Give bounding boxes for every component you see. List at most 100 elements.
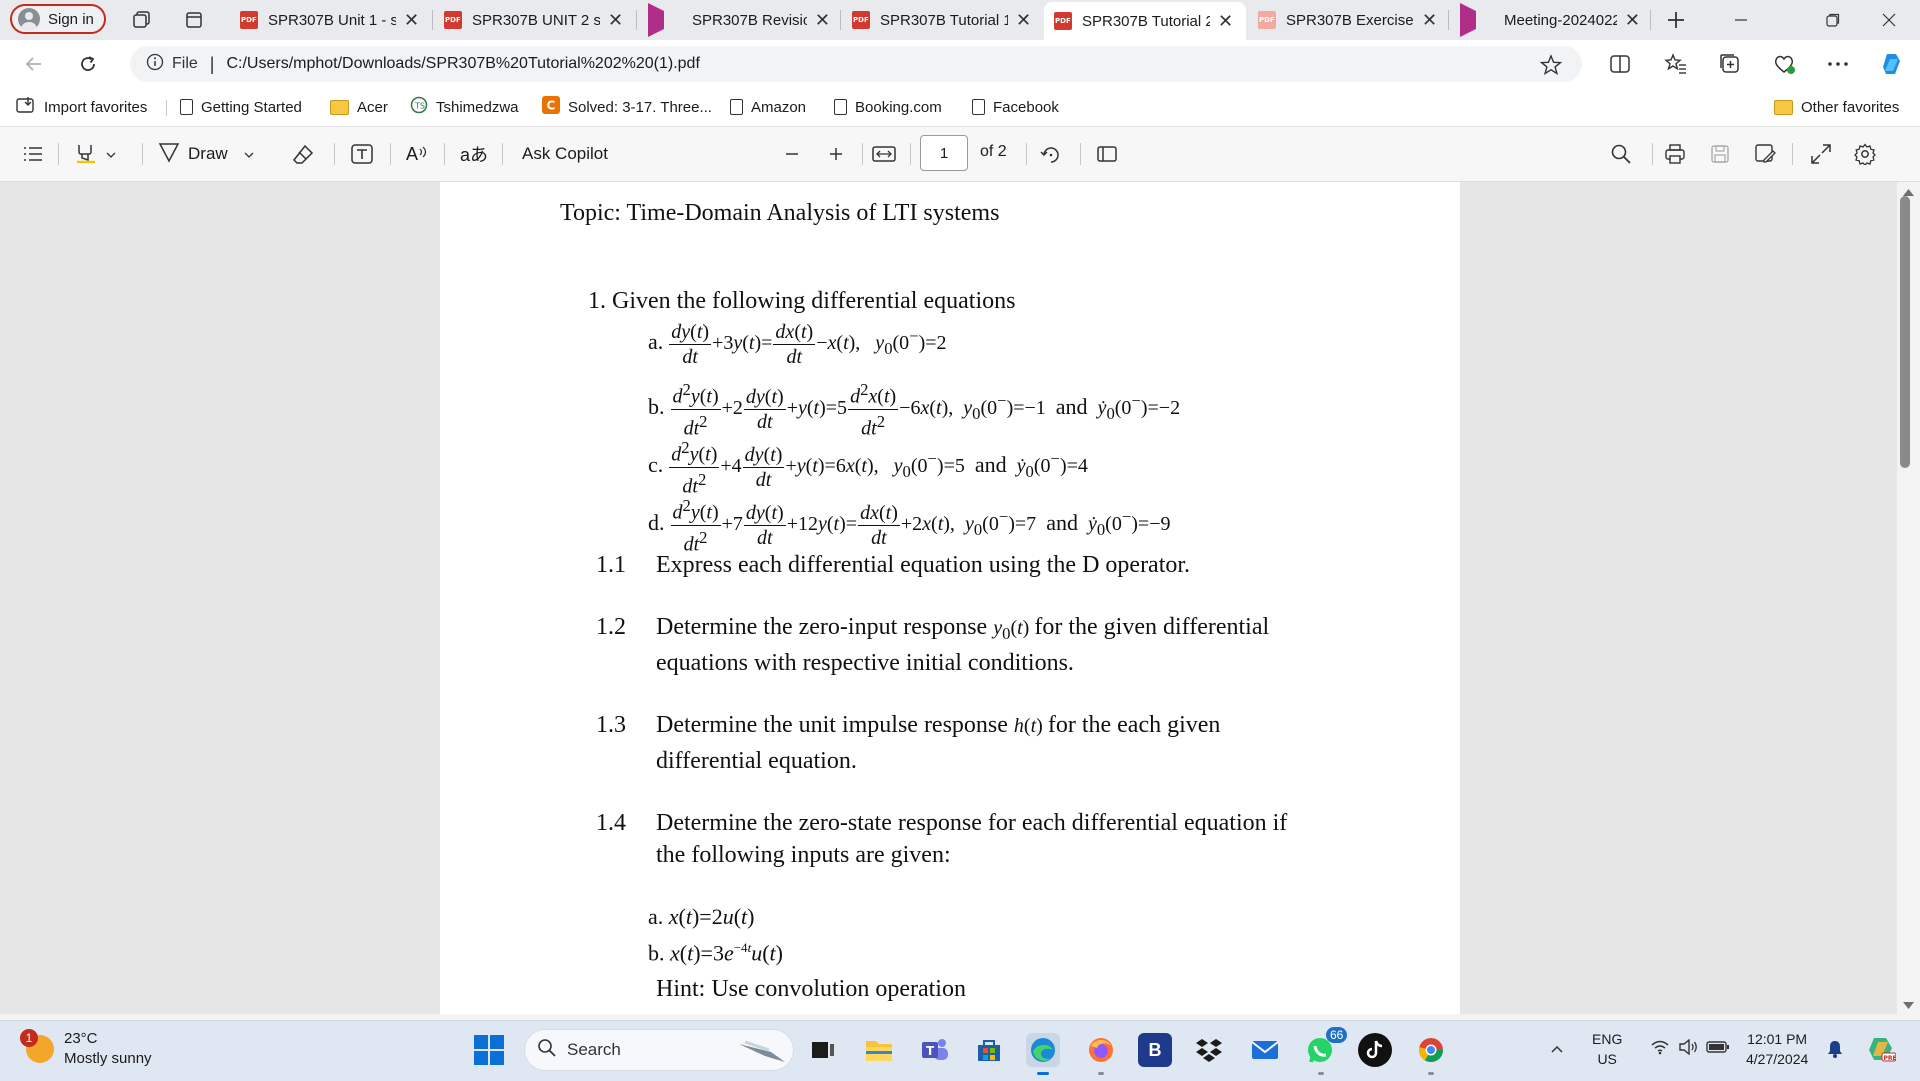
- folder-icon: [1774, 99, 1793, 115]
- favorite-solved-3-17[interactable]: C Solved: 3-17. Three...: [542, 95, 712, 119]
- collections-icon[interactable]: [1716, 50, 1744, 78]
- tab-spr307b-exercise[interactable]: SPR307B Exercise ✕: [1248, 4, 1448, 36]
- tab-spr307b-revision[interactable]: SPR307B Revision ✕: [638, 3, 840, 37]
- close-tab-icon[interactable]: ✕: [1016, 10, 1031, 31]
- edge-browser-icon[interactable]: [1026, 1033, 1060, 1075]
- tab-actions-icon[interactable]: [182, 8, 206, 32]
- scrollbar-thumb[interactable]: [1900, 196, 1910, 468]
- page-count: of 2: [980, 143, 1007, 160]
- browser-essentials-icon[interactable]: [1770, 50, 1798, 78]
- url-text[interactable]: C:/Users/mphot/Downloads/SPR307B%20Tutor…: [226, 55, 699, 73]
- favorite-booking[interactable]: Booking.com: [834, 95, 942, 119]
- back-icon[interactable]: [18, 48, 50, 80]
- teams-icon[interactable]: T: [918, 1033, 952, 1067]
- tab-spr307b-unit1[interactable]: SPR307B Unit 1 - s ✕: [230, 4, 432, 36]
- sign-in-button[interactable]: Sign in: [10, 4, 106, 34]
- tab-spr307b-tutorial2[interactable]: SPR307B Tutorial 2 ✕: [1044, 2, 1246, 40]
- close-tab-icon[interactable]: ✕: [1218, 11, 1233, 32]
- weather-widget[interactable]: 1 23°C Mostly sunny: [20, 1029, 152, 1069]
- chrome-icon[interactable]: [1414, 1033, 1448, 1075]
- more-options-icon[interactable]: [1824, 50, 1852, 78]
- dropbox-icon[interactable]: [1192, 1033, 1226, 1067]
- close-window-icon[interactable]: [1866, 6, 1912, 34]
- workspaces-icon[interactable]: [130, 8, 154, 32]
- copilot-taskbar-icon[interactable]: PRE: [1866, 1035, 1897, 1068]
- translate-button[interactable]: aあ: [460, 140, 488, 168]
- file-explorer-icon[interactable]: [862, 1033, 896, 1067]
- scroll-down-icon[interactable]: [1897, 998, 1920, 1012]
- highlight-button[interactable]: [74, 140, 116, 168]
- volume-icon[interactable]: [1678, 1038, 1700, 1060]
- task-view-icon[interactable]: [806, 1033, 840, 1067]
- ask-copilot-button[interactable]: Ask Copilot: [522, 140, 608, 168]
- minimize-icon[interactable]: [1718, 6, 1764, 34]
- search-icon[interactable]: [1610, 140, 1632, 168]
- close-tab-icon[interactable]: ✕: [815, 10, 830, 31]
- equation-a: a. dy(t) dt +3y(t)= dx(t) dt −x(t), y0(0−)=2: [648, 321, 947, 368]
- clock[interactable]: 12:01 PM 4/27/2024: [1746, 1029, 1808, 1069]
- save-as-icon[interactable]: [1754, 140, 1776, 168]
- page-view-icon[interactable]: [1096, 140, 1118, 168]
- print-icon[interactable]: [1664, 140, 1686, 168]
- firefox-icon[interactable]: [1084, 1033, 1118, 1075]
- language-indicator[interactable]: ENG US: [1592, 1029, 1622, 1069]
- clock-date: 4/27/2024: [1746, 1051, 1809, 1067]
- close-tab-icon[interactable]: ✕: [608, 10, 623, 31]
- chevron-down-icon[interactable]: [244, 144, 254, 164]
- mail-icon[interactable]: [1248, 1033, 1282, 1067]
- zoom-out-icon[interactable]: [784, 140, 800, 168]
- copilot-icon[interactable]: [1878, 50, 1906, 78]
- close-tab-icon[interactable]: ✕: [1422, 10, 1437, 31]
- new-tab-icon[interactable]: [1664, 8, 1688, 32]
- favorite-star-icon[interactable]: [1539, 54, 1563, 80]
- favorite-amazon[interactable]: Amazon: [730, 95, 806, 119]
- settings-icon[interactable]: [1854, 140, 1876, 168]
- wifi-icon[interactable]: [1650, 1039, 1670, 1060]
- contents-icon[interactable]: [22, 140, 44, 168]
- tiktok-icon[interactable]: [1358, 1033, 1392, 1067]
- favorite-import-favorites[interactable]: Import favorites: [16, 95, 147, 119]
- question-1-3-text: Determine the unit impulse response: [656, 712, 1008, 738]
- save-icon[interactable]: [1710, 140, 1730, 168]
- info-icon[interactable]: [146, 53, 164, 75]
- fullscreen-icon[interactable]: [1810, 140, 1832, 168]
- pdf-viewer[interactable]: Topic: Time-Domain Analysis of LTI syste…: [0, 182, 1920, 1014]
- tab-title: SPR307B Unit 1 - s: [268, 11, 396, 29]
- draw-button[interactable]: Draw: [158, 140, 254, 168]
- start-button[interactable]: [474, 1035, 504, 1065]
- rotate-icon[interactable]: [1040, 140, 1062, 168]
- split-screen-icon[interactable]: [1606, 50, 1634, 78]
- chevron-down-icon[interactable]: [106, 144, 116, 164]
- zoom-in-icon[interactable]: [828, 140, 844, 168]
- page-number-input[interactable]: 1: [920, 135, 968, 171]
- other-favorites[interactable]: Other favorites: [1774, 95, 1899, 119]
- address-bar[interactable]: File | C:/Users/mphot/Downloads/SPR307B%…: [130, 46, 1582, 82]
- add-text-icon[interactable]: [350, 140, 374, 168]
- tab-spr307b-unit2[interactable]: SPR307B UNIT 2 sl ✕: [434, 4, 636, 36]
- favorite-facebook[interactable]: Facebook: [972, 95, 1059, 119]
- taskbar-search[interactable]: Search: [524, 1029, 794, 1071]
- fit-to-width-icon[interactable]: [872, 140, 896, 168]
- favorite-tshimedzwa[interactable]: TS Tshimedzwa: [410, 95, 519, 119]
- show-hidden-icons[interactable]: [1550, 1039, 1564, 1059]
- restore-icon[interactable]: [1810, 6, 1856, 34]
- favorite-getting-started[interactable]: Getting Started: [180, 95, 302, 119]
- tab-meeting[interactable]: Meeting-20240220 ✕: [1450, 3, 1650, 37]
- battery-icon[interactable]: [1706, 1039, 1730, 1060]
- hint-text: Hint: Use convolution operation: [656, 976, 966, 1002]
- windows-logo-pane: [490, 1051, 504, 1065]
- read-aloud-button[interactable]: A: [406, 140, 430, 168]
- favorite-acer[interactable]: Acer: [330, 95, 388, 119]
- close-tab-icon[interactable]: ✕: [404, 10, 419, 31]
- refresh-icon[interactable]: [72, 48, 104, 80]
- tab-spr307b-tutorial1[interactable]: SPR307B Tutorial 1 ✕: [842, 4, 1044, 36]
- favorites-icon[interactable]: [1662, 50, 1690, 78]
- whatsapp-icon[interactable]: 66: [1304, 1027, 1348, 1075]
- item-label: b.: [648, 393, 665, 419]
- notification-bell-icon[interactable]: [1826, 1039, 1844, 1064]
- microsoft-store-icon[interactable]: [972, 1033, 1006, 1067]
- close-tab-icon[interactable]: ✕: [1625, 10, 1640, 31]
- eraser-icon[interactable]: [292, 140, 314, 168]
- favorite-label: Import favorites: [44, 98, 148, 116]
- b-app-icon[interactable]: B: [1138, 1033, 1172, 1067]
